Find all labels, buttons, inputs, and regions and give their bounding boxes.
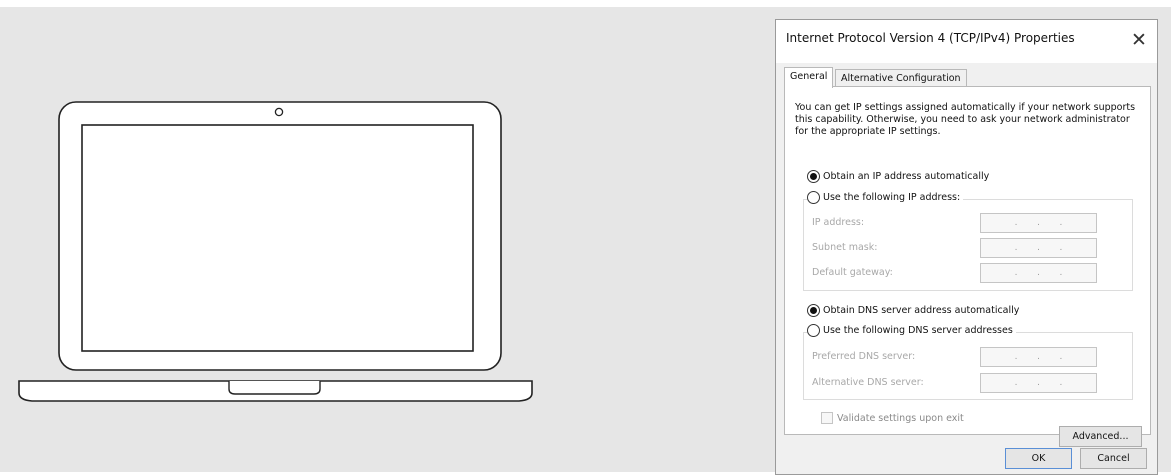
preferred-dns-label: Preferred DNS server:: [812, 351, 916, 362]
radio-unselected-icon: [807, 191, 820, 204]
radio-label: Use the following DNS server addresses: [823, 325, 1013, 336]
advanced-button[interactable]: Advanced...: [1059, 426, 1142, 447]
close-icon: ✕: [1131, 29, 1147, 51]
subnet-mask-row: Subnet mask: ...: [812, 238, 1122, 258]
laptop-icon: [18, 101, 533, 402]
radio-label: Use the following IP address:: [823, 192, 961, 203]
intro-text: You can get IP settings assigned automat…: [795, 102, 1136, 137]
subnet-mask-input[interactable]: ...: [980, 238, 1097, 258]
radio-unselected-icon: [807, 324, 820, 337]
radio-use-following-ip[interactable]: Use the following IP address:: [807, 191, 964, 204]
cancel-button[interactable]: Cancel: [1080, 448, 1147, 469]
default-gateway-input[interactable]: ...: [980, 263, 1097, 283]
radio-selected-icon: [807, 170, 820, 183]
radio-selected-icon: [807, 304, 820, 317]
ip-address-input[interactable]: ...: [980, 213, 1097, 233]
checkbox-icon: [821, 412, 833, 424]
validate-settings-checkbox[interactable]: Validate settings upon exit: [821, 412, 964, 424]
alternative-dns-label: Alternative DNS server:: [812, 377, 924, 388]
ip-address-group: IP address: ... Subnet mask: ... Default…: [803, 199, 1133, 291]
radio-obtain-dns-automatically[interactable]: Obtain DNS server address automatically: [807, 304, 1023, 317]
dialog-body: General Alternative Configuration You ca…: [776, 63, 1157, 474]
subnet-mask-label: Subnet mask:: [812, 242, 878, 253]
general-tab-panel: You can get IP settings assigned automat…: [784, 86, 1151, 447]
alternative-dns-input[interactable]: ...: [980, 373, 1097, 393]
alternative-dns-row: Alternative DNS server: ...: [812, 373, 1122, 393]
radio-obtain-ip-automatically[interactable]: Obtain an IP address automatically: [807, 170, 993, 183]
default-gateway-row: Default gateway: ...: [812, 263, 1122, 283]
dialog-title: Internet Protocol Version 4 (TCP/IPv4) P…: [786, 31, 1075, 45]
ip-address-row: IP address: ...: [812, 213, 1122, 233]
dns-server-group: Preferred DNS server: ... Alternative DN…: [803, 332, 1133, 400]
tcpip-properties-dialog: Internet Protocol Version 4 (TCP/IPv4) P…: [775, 19, 1158, 475]
close-button[interactable]: ✕: [1125, 26, 1153, 54]
ip-address-label: IP address:: [812, 217, 865, 228]
radio-use-following-dns[interactable]: Use the following DNS server addresses: [807, 324, 1016, 337]
dialog-titlebar: Internet Protocol Version 4 (TCP/IPv4) P…: [776, 20, 1157, 63]
preferred-dns-row: Preferred DNS server: ...: [812, 347, 1122, 367]
radio-label: Obtain DNS server address automatically: [823, 305, 1020, 316]
preferred-dns-input[interactable]: ...: [980, 347, 1097, 367]
radio-label: Obtain an IP address automatically: [823, 171, 990, 182]
default-gateway-label: Default gateway:: [812, 267, 893, 278]
background-panel: Internet Protocol Version 4 (TCP/IPv4) P…: [0, 7, 1171, 475]
tab-general[interactable]: General: [784, 67, 834, 88]
ok-button[interactable]: OK: [1005, 448, 1072, 469]
tab-alternative-configuration[interactable]: Alternative Configuration: [835, 69, 967, 87]
validate-settings-label: Validate settings upon exit: [837, 412, 964, 424]
